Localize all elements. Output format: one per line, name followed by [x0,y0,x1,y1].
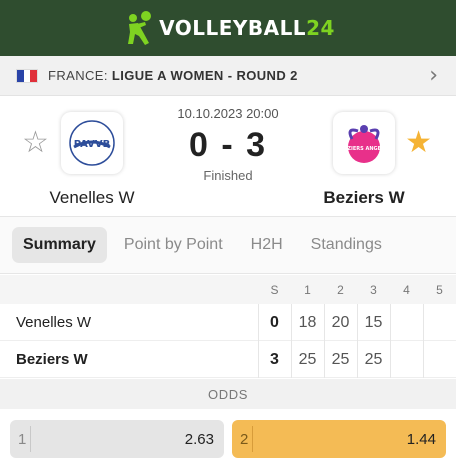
row-team-name: Beziers W [16,351,88,368]
france-flag-icon [16,68,38,83]
home-team-name[interactable]: Venelles W [22,188,162,208]
row-total-score: 3 [270,351,279,368]
table-row: Beziers W 3 25 25 25 [0,341,456,378]
row-set-3: 25 [364,351,383,368]
away-team-crest-icon: BEZIERS ANGELS [340,125,388,163]
tab-point-by-point[interactable]: Point by Point [113,227,234,263]
odds-home-button[interactable]: 1 2.63 [10,420,224,458]
brand-suffix: 24 [306,16,335,40]
away-logo-text: BEZIERS ANGELS [340,146,388,152]
odds-away-value: 1.44 [406,430,436,448]
header-set-4: 4 [403,283,410,297]
volleyball-player-icon [128,11,152,45]
header-set-5: 5 [436,283,443,297]
row-set-1: 18 [298,314,317,331]
league-country: FRANCE: [48,68,108,83]
chevron-right-icon[interactable]: › [429,65,438,87]
match-header: ☆ PAVVB 10.10.2023 20:00 0 - 3 Finished … [0,96,456,216]
table-row: Venelles W 0 18 20 15 [0,304,456,341]
row-set-3: 15 [364,314,383,331]
odds-away-button[interactable]: 2 1.44 [232,420,446,458]
header-set-1: 1 [304,283,311,297]
match-tabs: Summary Point by Point H2H Standings [0,216,456,274]
sets-table-header: S 1 2 3 4 5 [0,275,456,304]
header-set-2: 2 [337,283,344,297]
tab-h2h[interactable]: H2H [240,227,294,263]
header-set-3: 3 [370,283,377,297]
odds-away-label: 2 [240,430,249,448]
league-title: FRANCE: LIGUE A WOMEN - ROUND 2 [48,68,298,83]
brand-logo[interactable]: VOLLEYBALL24 [121,10,335,46]
row-set-1: 25 [298,351,317,368]
league-bar[interactable]: FRANCE: LIGUE A WOMEN - ROUND 2 › [0,56,456,96]
away-team-name[interactable]: Beziers W [294,188,434,208]
header-total: S [270,283,279,297]
away-team-logo[interactable]: BEZIERS ANGELS [333,112,395,174]
tab-standings[interactable]: Standings [300,227,393,263]
app-header: VOLLEYBALL24 [0,0,456,56]
row-team-name: Venelles W [16,314,92,331]
favorite-away-star-icon[interactable]: ★ [405,128,432,158]
row-set-2: 25 [331,351,350,368]
brand-name: VOLLEYBALL24 [159,16,335,40]
odds-title: ODDS [0,379,456,409]
league-name: LIGUE A WOMEN - ROUND 2 [111,68,298,83]
row-total-score: 0 [270,314,279,331]
odds-home-value: 2.63 [184,430,214,448]
row-set-2: 20 [331,314,350,331]
tab-summary[interactable]: Summary [12,227,107,263]
odds-home-label: 1 [18,430,27,448]
